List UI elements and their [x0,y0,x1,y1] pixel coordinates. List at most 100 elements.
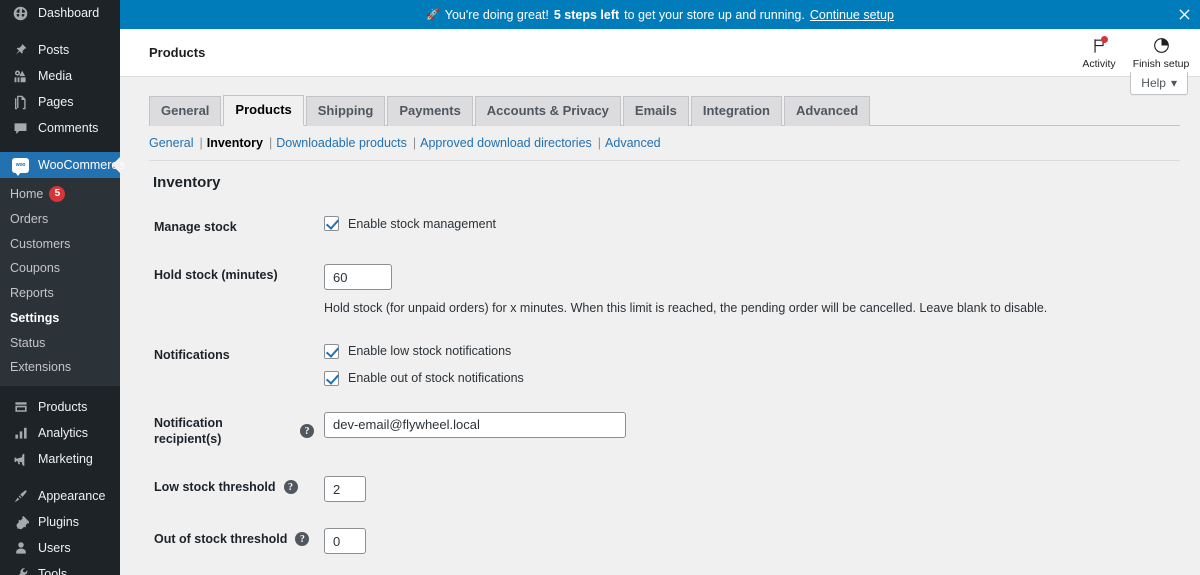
plug-icon [10,512,31,532]
low-stock-notifications-row[interactable]: Enable low stock notifications [324,344,1190,359]
subnav-downloadable-products[interactable]: Downloadable products [276,136,407,150]
help-button[interactable]: Help ▾ [1130,72,1188,95]
tab-general[interactable]: General [149,96,221,126]
enable-stock-management-checkbox[interactable] [324,216,339,231]
label-out-of-stock-visibility: Out of stock visibility [149,567,324,575]
hold-stock-description: Hold stock (for unpaid orders) for x min… [324,300,1190,318]
help-tab-wrapper: Help ▾ [1130,72,1188,95]
sidebar-label: Tools [38,568,67,575]
sidebar-item-users[interactable]: Users [0,535,120,561]
submenu-item-customers[interactable]: Customers [0,232,120,257]
woocommerce-header: Products Activity [120,29,1200,77]
help-tip-icon[interactable]: ? [295,532,309,546]
form-row-hold-stock: Hold stock (minutes) Hold stock (for unp… [149,251,1200,331]
submenu-item-orders[interactable]: Orders [0,207,120,232]
sidebar-label: Media [38,70,72,83]
chevron-down-icon: ▾ [1171,76,1177,90]
tab-shipping[interactable]: Shipping [306,96,386,126]
sidebar-item-media[interactable]: Media [0,63,120,89]
field-out-of-stock-threshold [324,515,1200,567]
activity-button[interactable]: Activity [1068,29,1130,77]
submenu-item-reports[interactable]: Reports [0,281,120,306]
label-out-of-stock-threshold: Out of stock threshold ? [149,515,324,567]
tab-advanced[interactable]: Advanced [784,96,870,126]
sidebar-item-appearance[interactable]: Appearance [0,483,120,509]
notification-recipients-input[interactable] [324,412,626,438]
subnav-inventory[interactable]: Inventory [207,136,263,150]
sidebar-label: Comments [38,122,98,135]
settings-subnav: General | Inventory | Downloadable produ… [149,136,1200,150]
submenu-label: Customers [10,235,70,254]
subnav-general[interactable]: General [149,136,193,150]
tab-accounts-privacy[interactable]: Accounts & Privacy [475,96,621,126]
dashboard-icon [10,3,31,23]
label-hold-stock: Hold stock (minutes) [149,251,324,331]
sidebar-label: Analytics [38,427,88,440]
sidebar-label: Pages [38,96,73,109]
submenu-item-status[interactable]: Status [0,331,120,356]
tab-payments[interactable]: Payments [387,96,472,126]
submenu-item-coupons[interactable]: Coupons [0,256,120,281]
enable-stock-management-row[interactable]: Enable stock management [324,216,1190,231]
hold-stock-input[interactable] [324,264,392,290]
form-row-low-stock-threshold: Low stock threshold ? [149,463,1200,515]
wrench-icon [10,564,31,575]
low-stock-notifications-checkbox[interactable] [324,344,339,359]
banner-tail-text: to get your store up and running. [624,8,805,22]
banner-steps-count: 5 steps left [554,8,619,22]
sidebar-label: Products [38,401,87,414]
finish-setup-button[interactable]: Finish setup [1130,29,1192,77]
low-stock-notifications-label[interactable]: Enable low stock notifications [348,344,511,358]
out-of-stock-notifications-checkbox[interactable] [324,371,339,386]
sidebar-label: Marketing [38,453,93,466]
sidebar-active-arrow [112,157,120,173]
field-notification-recipients [324,399,1200,464]
out-of-stock-threshold-label: Out of stock threshold [154,531,287,547]
manage-stock-label: Manage stock [154,219,314,235]
sidebar-item-products[interactable]: Products [0,394,120,420]
subnav-approved-download-directories[interactable]: Approved download directories [420,136,592,150]
subnav-advanced[interactable]: Advanced [605,136,661,150]
sidebar-item-plugins[interactable]: Plugins [0,509,120,535]
pages-icon [10,92,31,112]
submenu-label: Home [10,185,43,204]
activity-badge-dot [1101,36,1108,43]
megaphone-icon [10,449,31,469]
out-of-stock-notifications-label[interactable]: Enable out of stock notifications [348,371,524,385]
sidebar-label: Posts [38,44,69,57]
sidebar-separator [0,386,120,394]
tab-products[interactable]: Products [223,95,303,126]
form-row-out-of-stock-threshold: Out of stock threshold ? [149,515,1200,567]
low-stock-threshold-input[interactable] [324,476,366,502]
page-title: Products [149,45,205,60]
label-manage-stock: Manage stock [149,203,324,251]
sidebar-item-tools[interactable]: Tools [0,561,120,575]
out-of-stock-notifications-row[interactable]: Enable out of stock notifications [324,371,1190,386]
sidebar-item-analytics[interactable]: Analytics [0,420,120,446]
form-row-out-of-stock-visibility: Out of stock visibility Hide out of stoc… [149,567,1200,575]
sidebar-item-comments[interactable]: Comments [0,115,120,141]
sidebar-item-posts[interactable]: Posts [0,37,120,63]
inventory-settings-form: Manage stock Enable stock management Hol… [149,203,1200,575]
close-icon[interactable] [1174,5,1194,25]
submenu-item-home[interactable]: Home 5 [0,182,120,207]
tab-emails[interactable]: Emails [623,96,689,126]
label-notification-recipients: Notification recipient(s) ? [149,399,324,464]
continue-setup-link[interactable]: Continue setup [810,8,894,22]
help-tip-icon[interactable]: ? [284,480,298,494]
sidebar-item-woocommerce[interactable]: woo WooCommerce [0,152,120,178]
submenu-item-settings[interactable]: Settings [0,306,120,331]
submenu-item-extensions[interactable]: Extensions [0,355,120,380]
tab-integration[interactable]: Integration [691,96,782,126]
rocket-icon: 🚀 [426,8,440,21]
sidebar-item-dashboard[interactable]: Dashboard [0,0,120,26]
field-hold-stock: Hold stock (for unpaid orders) for x min… [324,251,1200,331]
enable-stock-management-label[interactable]: Enable stock management [348,217,496,231]
activity-label: Activity [1082,58,1115,70]
subnav-divider-line [149,160,1180,161]
sidebar-item-marketing[interactable]: Marketing [0,446,120,472]
sidebar-item-pages[interactable]: Pages [0,89,120,115]
submenu-label: Extensions [10,358,71,377]
help-tip-icon[interactable]: ? [300,424,314,438]
out-of-stock-threshold-input[interactable] [324,528,366,554]
